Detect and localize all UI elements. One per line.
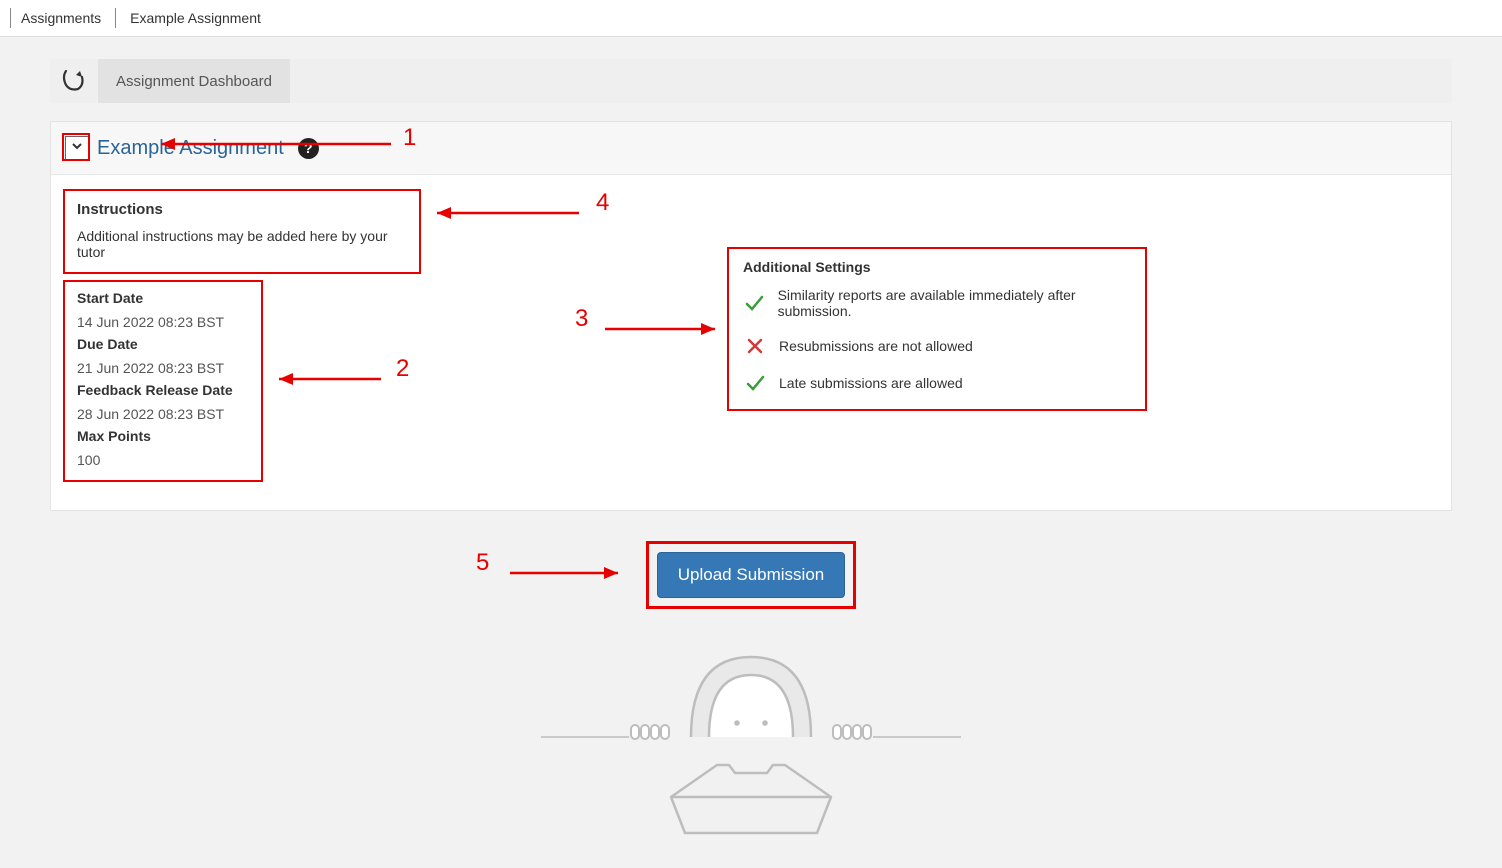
annotation-number-3: 3 [575, 305, 588, 333]
upload-section: Upload Submission 5 [50, 541, 1452, 609]
additional-settings-label: Additional Settings [743, 259, 1131, 275]
check-icon [743, 293, 766, 313]
feedback-date-value: 28 Jun 2022 08:23 BST [77, 406, 249, 422]
chevron-down-icon [71, 139, 83, 157]
start-date-value: 14 Jun 2022 08:23 BST [77, 314, 249, 330]
feedback-date-label: Feedback Release Date [77, 382, 249, 398]
breadcrumb: Assignments Example Assignment [0, 0, 1502, 37]
annotation-arrow-4 [419, 199, 599, 229]
annotation-box-5: Upload Submission [646, 541, 856, 609]
due-date-value: 21 Jun 2022 08:23 BST [77, 360, 249, 376]
breadcrumb-root[interactable]: Assignments [21, 10, 101, 26]
max-points-value: 100 [77, 452, 249, 468]
annotation-arrow-2 [261, 365, 401, 395]
setting-text: Similarity reports are available immedia… [778, 287, 1131, 319]
upload-button-label: Upload Submission [678, 565, 824, 584]
assignment-card: Example Assignment ? 1 Instructions Addi… [50, 121, 1452, 511]
setting-row: Resubmissions are not allowed [743, 337, 1131, 355]
turnitin-logo-icon [50, 67, 98, 95]
setting-text: Late submissions are allowed [779, 375, 963, 391]
assignment-card-header: Example Assignment ? 1 [51, 122, 1451, 175]
dates-section: Start Date 14 Jun 2022 08:23 BST Due Dat… [63, 280, 263, 482]
cross-icon [743, 337, 767, 355]
max-points-label: Max Points [77, 428, 249, 444]
dashboard-bar: Assignment Dashboard [50, 59, 1452, 103]
tab-label: Assignment Dashboard [116, 73, 272, 90]
annotation-arrow-5 [500, 559, 640, 589]
setting-row: Similarity reports are available immedia… [743, 287, 1131, 319]
start-date-label: Start Date [77, 290, 249, 306]
annotation-number-1: 1 [403, 124, 416, 152]
tab-assignment-dashboard[interactable]: Assignment Dashboard [98, 59, 290, 103]
due-date-label: Due Date [77, 336, 249, 352]
instructions-text: Additional instructions may be added her… [77, 228, 407, 260]
instructions-section: Instructions Additional instructions may… [63, 189, 421, 274]
setting-row: Late submissions are allowed [743, 373, 1131, 393]
annotation-arrow-3 [595, 315, 735, 345]
expand-toggle[interactable] [65, 136, 89, 160]
assignment-title[interactable]: Example Assignment [97, 137, 284, 160]
instructions-label: Instructions [77, 201, 407, 218]
breadcrumb-separator [115, 8, 116, 28]
annotation-number-4: 4 [596, 189, 609, 217]
setting-text: Resubmissions are not allowed [779, 338, 973, 354]
breadcrumb-separator [10, 8, 11, 28]
annotation-number-2: 2 [396, 355, 409, 383]
annotation-number-5: 5 [476, 549, 489, 577]
upload-submission-button[interactable]: Upload Submission [657, 552, 845, 598]
empty-state-illustration [50, 637, 1452, 847]
check-icon [743, 373, 767, 393]
breadcrumb-current[interactable]: Example Assignment [130, 10, 261, 26]
help-icon[interactable]: ? [298, 138, 319, 159]
assignment-card-body: Instructions Additional instructions may… [51, 175, 1451, 510]
additional-settings-section: Additional Settings Similarity reports a… [727, 247, 1147, 411]
